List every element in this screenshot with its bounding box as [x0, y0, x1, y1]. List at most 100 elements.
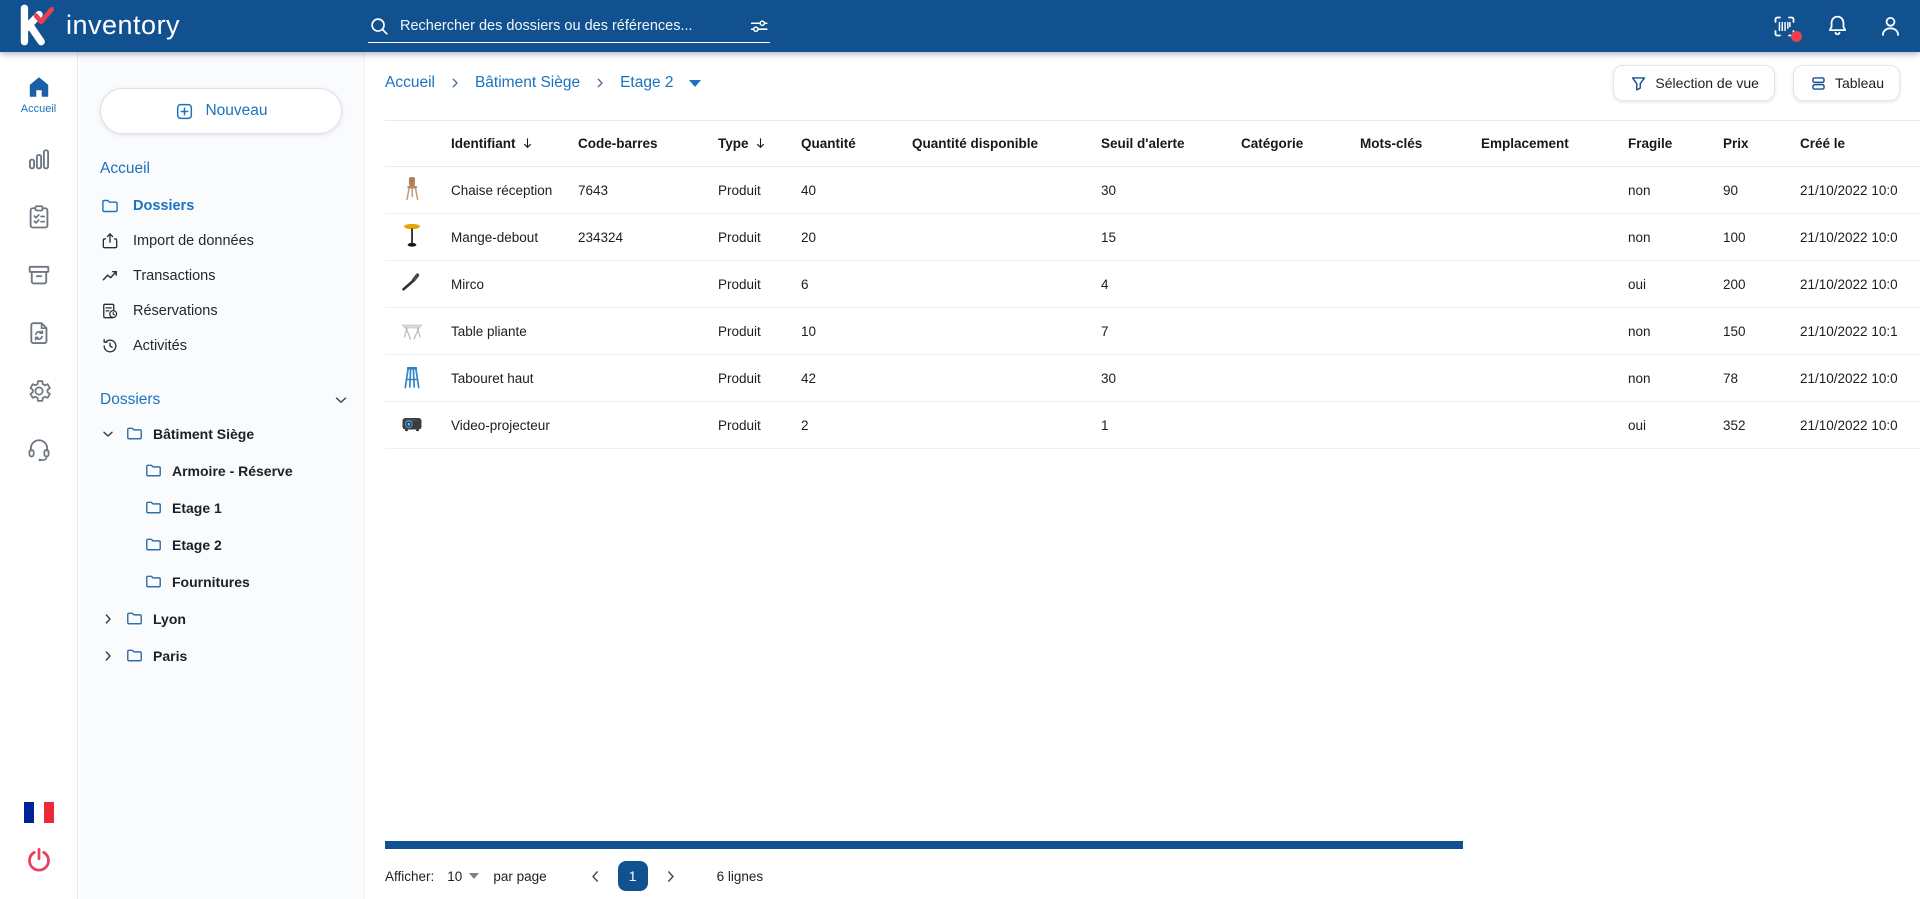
cell-categorie: [1241, 166, 1360, 214]
sidebar-item-transactions[interactable]: Transactions: [100, 258, 350, 293]
tree-item-etage-2[interactable]: Etage 2: [100, 526, 350, 563]
app-logo[interactable]: inventory: [14, 3, 180, 47]
cell-emplacement: [1481, 354, 1628, 402]
cell-fragile: non: [1628, 307, 1723, 355]
cell-quantite-disponible: [912, 307, 1101, 355]
sidebar-item-import[interactable]: Import de données: [100, 223, 350, 258]
sidebar-item-accueil[interactable]: Accueil: [100, 154, 350, 188]
table-view-label: Tableau: [1834, 75, 1884, 91]
new-button[interactable]: Nouveau: [100, 88, 342, 134]
folder-icon: [125, 609, 144, 628]
table-row[interactable]: Mange-debout 234324 Produit 20 15 non 10…: [385, 213, 1920, 261]
table-row[interactable]: Video-projecteur Produit 2 1 oui 352 21/…: [385, 401, 1920, 449]
cell-emplacement: [1481, 213, 1628, 261]
plus-box-icon: [177, 103, 193, 119]
cell-quantite-disponible: [912, 401, 1101, 449]
cell-code-barres: 234324: [578, 213, 718, 261]
notifications-button[interactable]: [1824, 13, 1851, 40]
breadcrumb-dropdown-caret[interactable]: [688, 79, 701, 87]
rail-item-home[interactable]: Accueil: [21, 74, 56, 115]
cell-mots-cles: [1360, 401, 1481, 449]
account-button[interactable]: [1877, 13, 1904, 40]
breadcrumb-batiment-siege[interactable]: Bâtiment Siège: [475, 74, 580, 92]
cell-type: Produit: [718, 307, 801, 355]
cell-cree-le: 21/10/2022 10:0: [1800, 213, 1920, 261]
table-row[interactable]: Mirco Produit 6 4 oui 200 21/10/2022 10:…: [385, 260, 1920, 308]
logout-button[interactable]: [24, 845, 54, 875]
rail-item-inventories[interactable]: [25, 203, 53, 231]
cell-fragile: oui: [1628, 401, 1723, 449]
table-view-button[interactable]: Tableau: [1792, 65, 1900, 101]
logo-k-icon: [20, 4, 54, 46]
tree-item-armoire-reserve[interactable]: Armoire - Réserve: [100, 452, 350, 489]
barcode-scanner-button[interactable]: [1771, 13, 1802, 42]
rail-item-settings[interactable]: [25, 377, 53, 405]
horizontal-scrollbar[interactable]: [385, 841, 1463, 849]
cell-quantite: 6: [801, 260, 912, 308]
cell-seuil-alerte: 1: [1101, 401, 1241, 449]
rail-item-archive[interactable]: [25, 261, 53, 289]
folder-icon: [125, 424, 144, 443]
table-row[interactable]: Table pliante Produit 10 7 non 150 21/10…: [385, 307, 1920, 355]
cell-cree-le: 21/10/2022 10:1: [1800, 307, 1920, 355]
dossiers-section-header[interactable]: Dossiers: [100, 385, 350, 415]
breadcrumb-etage-2[interactable]: Etage 2: [620, 74, 673, 92]
power-icon: [27, 848, 50, 872]
column-identifiant[interactable]: Identifiant: [451, 120, 578, 167]
sidebar-item-label: Import de données: [133, 232, 254, 249]
sidebar-item-activites[interactable]: Activités: [100, 328, 350, 363]
chair-thumbnail: [399, 175, 425, 203]
column-quantite[interactable]: Quantité: [801, 120, 912, 167]
column-seuil-alerte[interactable]: Seuil d'alerte: [1101, 120, 1241, 167]
tree-item-label: Lyon: [153, 610, 186, 627]
tree-item-fournitures[interactable]: Fournitures: [100, 563, 350, 600]
rail-item-support[interactable]: [25, 435, 53, 463]
rail-item-statistics[interactable]: [25, 145, 53, 173]
sidebar-item-reservations[interactable]: Réservations: [100, 293, 350, 328]
cell-quantite: 10: [801, 307, 912, 355]
column-quantite-disponible[interactable]: Quantité disponible: [912, 120, 1101, 167]
chevron-down-icon[interactable]: [100, 426, 116, 442]
column-cree-le[interactable]: Créé le: [1800, 120, 1920, 167]
sidebar-item-label: Dossiers: [133, 197, 195, 214]
table-row[interactable]: Tabouret haut Produit 42 30 non 78 21/10…: [385, 354, 1920, 402]
search-filters-icon[interactable]: [748, 15, 770, 37]
pagination-bar: Afficher: 10 par page 1 6 lignes: [385, 858, 763, 894]
cell-prix: 78: [1723, 354, 1800, 402]
column-type[interactable]: Type: [718, 120, 801, 167]
tree-item-batiment-siege[interactable]: Bâtiment Siège: [100, 415, 350, 452]
page-size-select[interactable]: 10: [447, 869, 480, 884]
sidebar-item-dossiers[interactable]: Dossiers: [100, 188, 350, 223]
folder-icon: [100, 196, 120, 216]
stool-thumbnail: [399, 363, 425, 391]
rail-item-sync[interactable]: [25, 319, 53, 347]
language-flag-france[interactable]: [23, 802, 54, 823]
cell-mots-cles: [1360, 166, 1481, 214]
view-selection-button[interactable]: Sélection de vue: [1613, 65, 1775, 101]
previous-page-button[interactable]: [587, 868, 604, 885]
tree-item-etage-1[interactable]: Etage 1: [100, 489, 350, 526]
column-mots-cles[interactable]: Mots-clés: [1360, 120, 1481, 167]
cell-emplacement: [1481, 401, 1628, 449]
chevron-right-icon: [597, 78, 603, 88]
account-icon: [1882, 16, 1899, 36]
tree-item-lyon[interactable]: Lyon: [100, 600, 350, 637]
cell-fragile: non: [1628, 354, 1723, 402]
column-code-barres[interactable]: Code-barres: [578, 120, 718, 167]
tree-item-paris[interactable]: Paris: [100, 637, 350, 674]
chevron-right-icon[interactable]: [100, 611, 116, 627]
column-fragile[interactable]: Fragile: [1628, 120, 1723, 167]
next-page-button[interactable]: [662, 868, 679, 885]
column-emplacement[interactable]: Emplacement: [1481, 120, 1628, 167]
table-rows-icon: [1812, 76, 1825, 90]
current-page-button[interactable]: 1: [617, 861, 648, 891]
inventory-table: Identifiant Code-barres Type Quantité Qu…: [385, 120, 1920, 820]
checklist-icon: [29, 205, 48, 229]
column-prix[interactable]: Prix: [1723, 120, 1800, 167]
column-categorie[interactable]: Catégorie: [1241, 120, 1360, 167]
breadcrumb: Accueil Bâtiment Siège Etage 2: [385, 74, 701, 92]
breadcrumb-accueil[interactable]: Accueil: [385, 74, 435, 92]
chevron-right-icon[interactable]: [100, 648, 116, 664]
search-input[interactable]: [400, 17, 738, 34]
table-row[interactable]: Chaise réception 7643 Produit 40 30 non …: [385, 166, 1920, 214]
